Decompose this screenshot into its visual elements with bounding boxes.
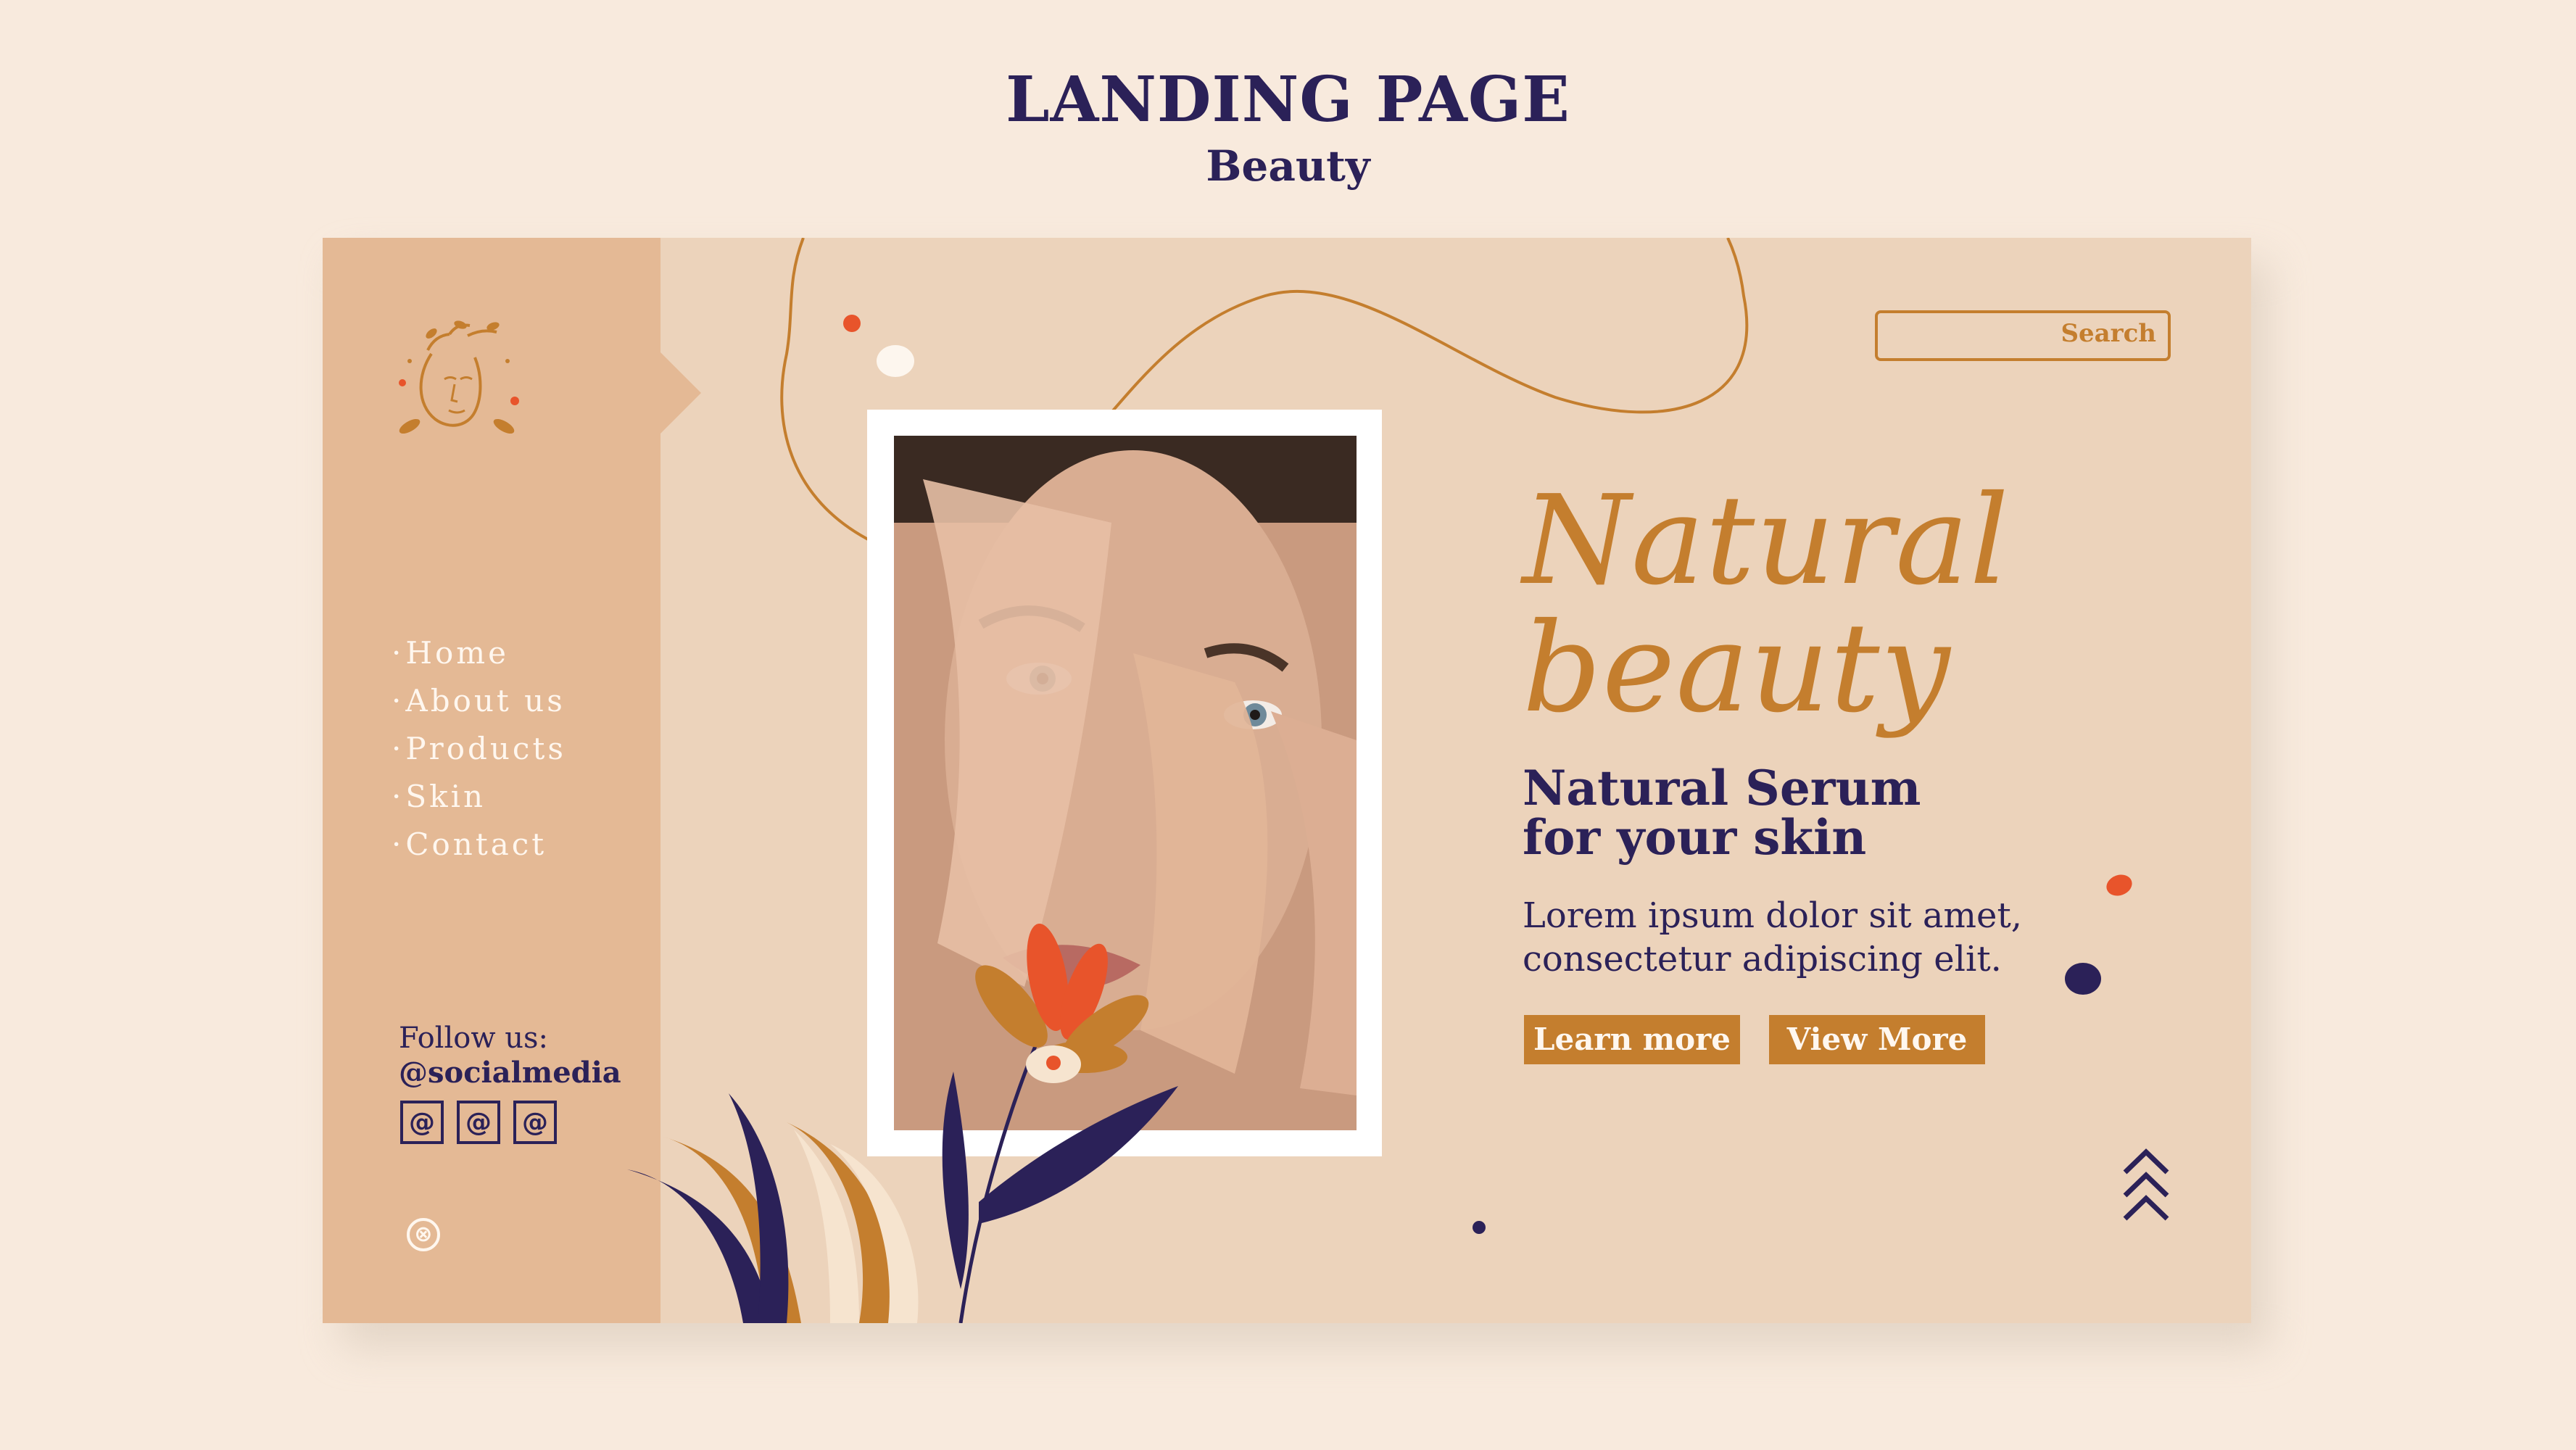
hero-body-line1: Lorem ipsum dolor sit amet,: [1523, 895, 2022, 936]
search-input[interactable]: [1885, 318, 2069, 355]
hero-body-line2: consectetur adipiscing elit.: [1523, 939, 2002, 979]
page-title: LANDING PAGE: [1006, 63, 1570, 136]
view-more-button[interactable]: View More: [1769, 1015, 1985, 1064]
botanical-decorations: [627, 924, 1178, 1323]
leaf-navy-3: [979, 1086, 1178, 1224]
hero-subtitle: Natural Serum for your skin: [1523, 763, 1921, 862]
hero-body: Lorem ipsum dolor sit amet, consectetur …: [1523, 894, 2022, 981]
hero-title-line2: beauty: [1523, 597, 1951, 740]
page-subtitle: Beauty: [1206, 141, 1370, 191]
hero-subtitle-line1: Natural Serum: [1523, 760, 1921, 816]
flower-dot: [1046, 1056, 1061, 1070]
learn-more-button[interactable]: Learn more: [1524, 1015, 1740, 1064]
triple-chevron-up-icon[interactable]: [2121, 1148, 2171, 1227]
hero-title: Natural beauty: [1523, 477, 2010, 732]
leaf-navy: [627, 1169, 772, 1323]
hero-subtitle-line2: for your skin: [1523, 809, 1867, 866]
search-box[interactable]: Search: [1875, 310, 2171, 361]
landing-mockup: ·Home ·About us ·Products ·Skin ·Contact…: [323, 238, 2251, 1323]
search-button[interactable]: Search: [2061, 319, 2156, 348]
page-header: LANDING PAGE Beauty: [0, 64, 2576, 194]
hero-title-line1: Natural: [1523, 469, 2010, 613]
leaf-navy-4: [942, 1072, 969, 1289]
